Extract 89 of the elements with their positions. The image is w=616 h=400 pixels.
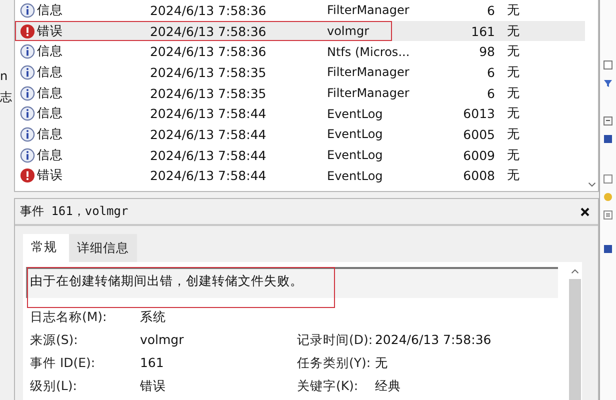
- scroll-up-icon[interactable]: [571, 269, 580, 274]
- source-text: EventLog: [326, 127, 384, 142]
- source-text: Ntfs (Micros...: [326, 44, 411, 59]
- date-text: 2024/6/13 7:58:35: [150, 86, 268, 101]
- event-id-text: 6008: [462, 168, 495, 184]
- task-text: 无: [506, 22, 521, 40]
- event-id-text: 6009: [462, 148, 495, 163]
- panel-title: 事件 161，volmgr: [20, 203, 128, 220]
- level-text: 信息: [36, 84, 63, 102]
- event-id-text: 98: [478, 44, 495, 60]
- field-value: 2024/6/13 7:58:36: [374, 331, 492, 348]
- field-label: 事件 ID(E):: [30, 354, 96, 371]
- field-label: 日志名称(M):: [30, 308, 108, 325]
- error-icon: [20, 168, 35, 184]
- date-text: 2024/6/13 7:58:44: [150, 148, 268, 163]
- field-value: 错误: [140, 377, 167, 394]
- task-text: 无: [506, 146, 521, 164]
- event-id-text: 6: [486, 64, 495, 80]
- event-row[interactable]: 错误 2024/6/13 7:58:44 EventLog 6008 无: [14, 166, 586, 186]
- event-row[interactable]: 错误 2024/6/13 7:58:36 volmgr 161 无: [14, 20, 586, 42]
- event-row[interactable]: 信息 2024/6/13 7:58:35 FilterManager 6 无: [14, 82, 586, 104]
- level-text: 信息: [36, 64, 63, 81]
- level-text: 错误: [36, 167, 63, 184]
- event-row[interactable]: 信息 2024/6/13 7:58:44 EventLog 6005 无: [14, 124, 586, 145]
- level-text: 信息: [36, 126, 63, 143]
- event-row[interactable]: 信息 2024/6/13 7:58:35 FilterManager 6 无: [14, 62, 586, 83]
- info-icon: [20, 44, 35, 60]
- field-value: 无: [374, 354, 389, 371]
- date-text: 2024/6/13 7:58:36: [150, 44, 268, 60]
- description-text: 由于在创建转储期间出错，创建转储文件失败。: [30, 273, 303, 288]
- event-row[interactable]: 信息 2024/6/13 7:58:44 EventLog 6009 无: [14, 144, 586, 166]
- tab[interactable]: 常规: [22, 234, 69, 262]
- info-icon: [20, 64, 35, 80]
- event-id-text: 161: [470, 24, 495, 39]
- event-row[interactable]: 信息 2024/6/13 7:58:44 EventLog 6013 无: [14, 103, 586, 124]
- list-icon[interactable]: [603, 210, 614, 220]
- field-label: 级别(L):: [30, 377, 78, 394]
- level-text: 信息: [36, 43, 63, 60]
- field-value: 161: [140, 354, 165, 371]
- level-text: 信息: [36, 105, 63, 122]
- source-text: EventLog: [326, 168, 384, 183]
- info-icon: [20, 86, 35, 101]
- event-row[interactable]: 信息 2024/6/13 7:58:36 Ntfs (Micros... 98 无: [14, 41, 586, 62]
- task-text: 无: [506, 126, 521, 143]
- date-text: 2024/6/13 7:58:44: [150, 126, 268, 142]
- tab[interactable]: 详细信息: [68, 234, 137, 262]
- info-icon: [20, 2, 35, 18]
- event-id-text: 6: [486, 86, 495, 101]
- field-value: volmgr: [140, 331, 185, 348]
- field-label: 任务类别(Y):: [296, 354, 372, 371]
- field-value: 经典: [374, 377, 402, 394]
- task-text: 无: [506, 43, 521, 60]
- level-text: 错误: [36, 22, 63, 40]
- info-icon: [20, 148, 35, 163]
- task-text: 无: [506, 105, 521, 122]
- task-text: 无: [506, 2, 521, 19]
- task-text: 无: [506, 167, 521, 184]
- scrollbar-thumb[interactable]: [569, 279, 582, 400]
- task-text: 无: [506, 84, 521, 102]
- task-text: 无: [506, 64, 521, 81]
- date-text: 2024/6/13 7:58:36: [150, 24, 268, 39]
- info-icon: [20, 126, 35, 142]
- date-text: 2024/6/13 7:58:44: [150, 106, 268, 122]
- panel-text-fragment: 志: [0, 89, 13, 106]
- info-icon: [20, 106, 35, 122]
- field-label: 记录时间(D):: [296, 331, 374, 348]
- level-text: 信息: [36, 146, 63, 164]
- field-label: 关键字(K):: [296, 377, 360, 394]
- filter-icon[interactable]: [603, 78, 614, 88]
- field-value: 系统: [140, 308, 167, 325]
- event-id-text: 6013: [462, 106, 495, 122]
- level-text: 信息: [36, 2, 63, 19]
- event-id-text: 6: [486, 2, 495, 18]
- source-text: EventLog: [326, 148, 384, 162]
- event-row[interactable]: 信息 2024/6/13 7:58:36 FilterManager 6 无: [14, 0, 586, 21]
- source-text: FilterManager: [326, 86, 410, 100]
- date-text: 2024/6/13 7:58:44: [150, 168, 268, 184]
- date-text: 2024/6/13 7:58:36: [150, 2, 268, 18]
- date-text: 2024/6/13 7:58:35: [150, 64, 268, 80]
- error-icon: [20, 24, 35, 39]
- close-icon[interactable]: [580, 206, 590, 216]
- event-id-text: 6005: [462, 126, 495, 142]
- source-text: FilterManager: [326, 3, 410, 18]
- field-label: 来源(S):: [30, 331, 79, 348]
- source-text: FilterManager: [326, 65, 410, 80]
- panel-text-fragment: n: [0, 68, 9, 85]
- source-text: volmgr: [326, 24, 370, 38]
- scroll-down-icon[interactable]: [588, 182, 596, 187]
- source-text: EventLog: [326, 106, 384, 121]
